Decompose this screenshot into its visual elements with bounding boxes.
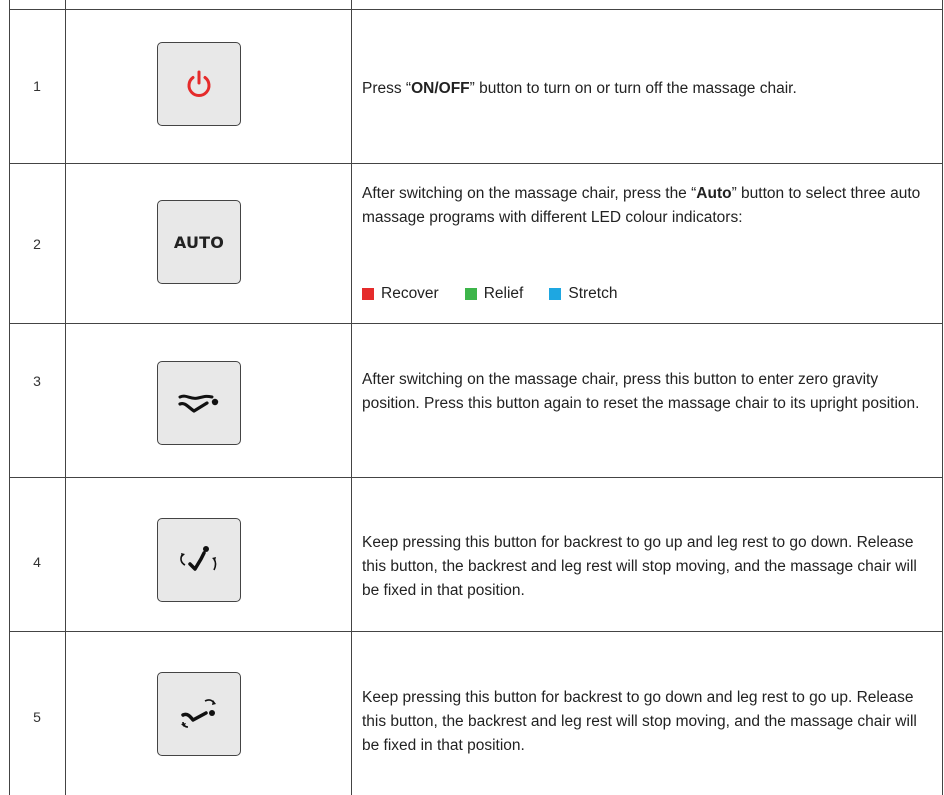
column-divider-button [351, 0, 352, 795]
row-description: Keep pressing this button for backrest t… [362, 534, 917, 599]
legend-item-relief: Relief [464, 285, 524, 303]
row-number: 3 [33, 373, 41, 389]
table-border-right [942, 0, 943, 795]
row-number: 2 [33, 236, 41, 252]
blue-swatch [549, 288, 562, 300]
backrest-up-button [157, 518, 241, 602]
row-description: After switching on the massage chair, pr… [362, 185, 921, 226]
backrest-down-icon [181, 699, 216, 728]
row-divider [9, 477, 943, 478]
power-icon [187, 70, 211, 97]
row-description: Keep pressing this button for backrest t… [362, 689, 917, 754]
row-divider [9, 631, 943, 632]
backrest-up-icon [180, 546, 217, 571]
legend-label: Relief [483, 285, 524, 302]
row-number: 4 [33, 554, 41, 570]
row-description: After switching on the massage chair, pr… [362, 371, 920, 412]
led-legend: Recover Relief Stretch [362, 285, 643, 303]
legend-label: Stretch [568, 285, 618, 302]
power-button [157, 42, 241, 126]
legend-item-recover: Recover [362, 285, 439, 303]
red-swatch [362, 288, 374, 300]
row-divider [9, 9, 943, 10]
row-divider [9, 163, 943, 164]
legend-item-stretch: Stretch [549, 285, 617, 303]
column-divider-number [65, 0, 66, 795]
auto-button: AUTO [157, 200, 241, 284]
green-swatch [464, 288, 477, 300]
row-number: 5 [33, 709, 41, 725]
zero-gravity-button [157, 361, 241, 445]
table-border-left [9, 0, 10, 795]
zero-gravity-icon [178, 394, 219, 413]
auto-button-label: AUTO [173, 232, 225, 252]
legend-label: Recover [381, 285, 439, 302]
backrest-down-button [157, 672, 241, 756]
row-divider [9, 323, 943, 324]
row-description: Press “ON/OFF” button to turn on or turn… [362, 80, 797, 97]
row-number: 1 [33, 78, 41, 94]
